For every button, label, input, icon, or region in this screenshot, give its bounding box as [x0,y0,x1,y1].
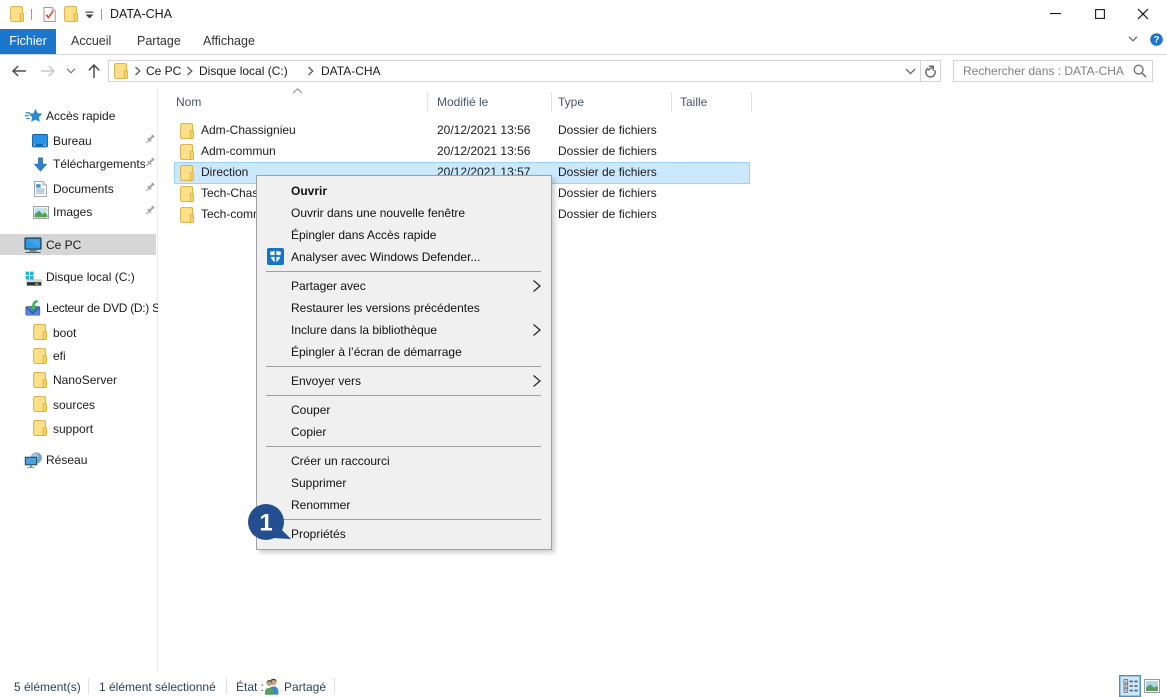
svg-text:?: ? [1154,35,1160,46]
svg-text:1: 1 [259,510,272,537]
